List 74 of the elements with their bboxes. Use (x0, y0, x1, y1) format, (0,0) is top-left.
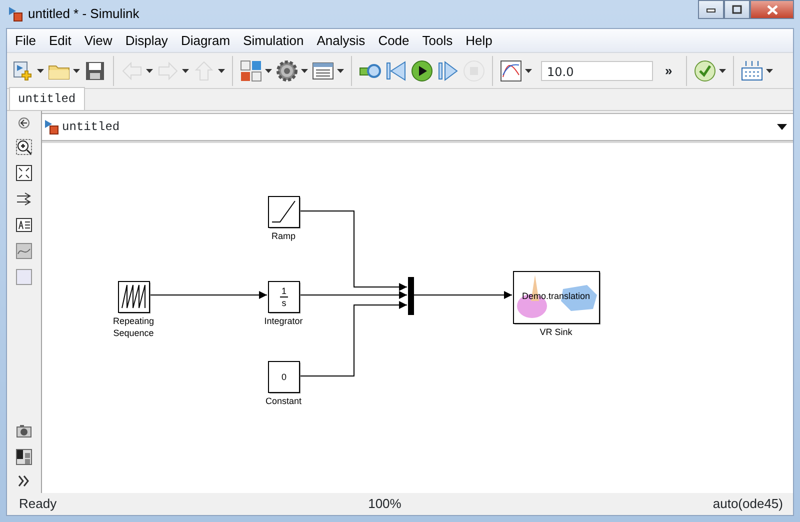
annotation-button[interactable] (16, 217, 32, 233)
dropdown-arrow-icon[interactable] (218, 68, 225, 72)
more-button[interactable] (18, 475, 30, 487)
vrsink-block[interactable]: Demo.translation (513, 271, 600, 324)
minimize-button[interactable] (698, 0, 724, 19)
menu-item[interactable]: View (78, 30, 120, 50)
maximize-icon (732, 5, 742, 14)
camera-button[interactable] (16, 423, 32, 439)
dropdown-arrow-icon[interactable] (37, 68, 44, 72)
block-label: Repeating Sequence (112, 316, 154, 338)
dropdown-arrow-icon[interactable] (777, 124, 787, 130)
hide-icon (18, 117, 30, 129)
denominator-text: s (282, 298, 286, 308)
menu-item[interactable]: Display (119, 30, 175, 50)
dropdown-arrow-icon[interactable] (525, 68, 532, 72)
dropdown-arrow-icon[interactable] (337, 68, 344, 72)
menu-item[interactable]: File (9, 30, 43, 50)
menu-item[interactable]: Simulation (237, 30, 311, 50)
constant-value: 0 (282, 372, 286, 382)
window-title: untitled * - Simulink (28, 5, 140, 24)
simulink-logo-icon (44, 119, 60, 135)
close-icon (766, 4, 778, 14)
block-label: Ramp (272, 231, 296, 241)
dropdown-arrow-icon[interactable] (73, 68, 80, 72)
menu-item[interactable]: Diagram (174, 30, 238, 50)
property-inspector-button[interactable] (16, 449, 32, 465)
stop-time-field[interactable]: 10.0 (541, 60, 653, 80)
area-icon (16, 269, 32, 285)
property-inspector-icon (16, 449, 32, 465)
fit-to-view-icon (16, 165, 32, 181)
zoom-level: 100% (367, 495, 402, 514)
fit-to-view-button[interactable] (16, 165, 32, 181)
maximize-button[interactable] (724, 0, 750, 19)
simulink-logo-icon (8, 6, 24, 22)
menu-item[interactable]: Help (460, 30, 500, 50)
hide-button[interactable] (18, 117, 30, 129)
dropdown-arrow-icon[interactable] (265, 68, 272, 72)
check-button[interactable] (693, 58, 718, 84)
signal-lines-button[interactable] (16, 191, 32, 207)
status-text: Ready (19, 495, 57, 514)
double-chevron-icon (18, 475, 30, 487)
minimize-icon (706, 6, 716, 12)
annotation-icon (16, 217, 32, 233)
menu-item[interactable]: Analysis (310, 30, 372, 50)
table-icon (741, 60, 764, 82)
numerator-text: 1 (282, 286, 286, 296)
dropdown-arrow-icon[interactable] (182, 68, 189, 72)
dropdown-arrow-icon[interactable] (719, 68, 726, 72)
image-icon (16, 243, 32, 259)
close-button[interactable] (750, 0, 794, 19)
ramp-block[interactable] (268, 196, 300, 228)
zoom-icon (16, 139, 32, 155)
breadcrumb-link[interactable]: untitled (62, 118, 120, 136)
repeating-block[interactable] (118, 281, 150, 314)
block-label: VR Sink (540, 327, 572, 337)
model-tab[interactable]: untitled (9, 87, 85, 110)
dropdown-arrow-icon[interactable] (146, 68, 153, 72)
check-icon (694, 60, 716, 82)
integrator-block[interactable]: 1 s (268, 281, 300, 314)
zoom-button[interactable] (16, 139, 32, 155)
menu-item[interactable]: Tools (416, 30, 460, 50)
block-text: Demo.translation (522, 291, 590, 301)
constant-block[interactable]: 0 (268, 361, 300, 394)
overflow-button[interactable]: » (665, 60, 672, 80)
signal-lines-icon (16, 191, 32, 207)
image-button[interactable] (16, 243, 32, 259)
dropdown-arrow-icon[interactable] (766, 68, 774, 72)
solver-text[interactable]: auto(ode45) (712, 494, 783, 514)
dropdown-arrow-icon[interactable] (301, 68, 308, 72)
camera-icon (16, 423, 32, 439)
menu-item[interactable]: Edit (42, 30, 78, 50)
menu-item[interactable]: Code (372, 30, 416, 50)
block-label: Integrator (264, 316, 303, 326)
block-label: Constant (265, 396, 302, 406)
